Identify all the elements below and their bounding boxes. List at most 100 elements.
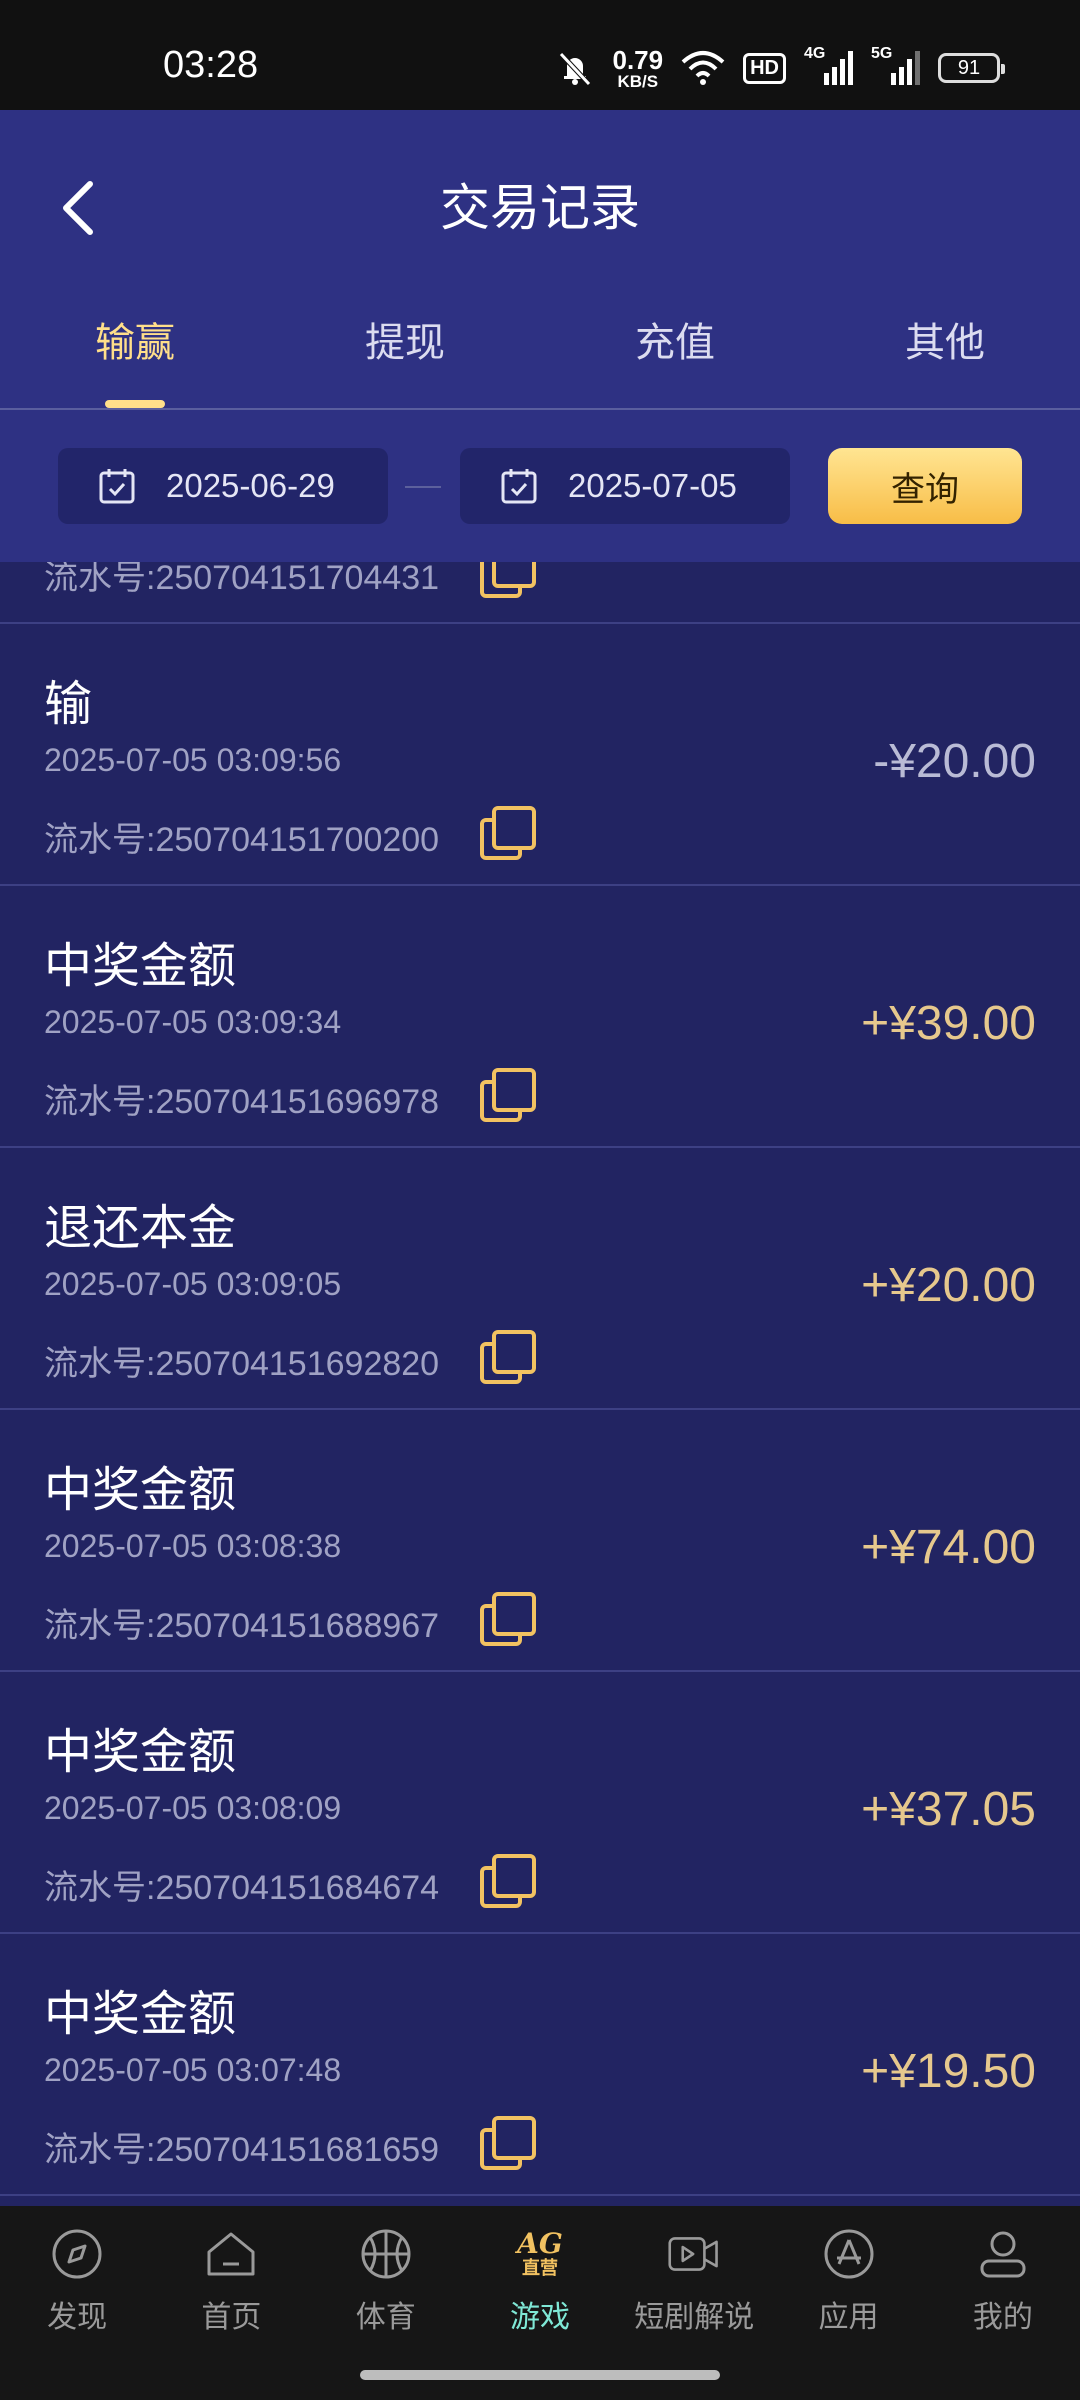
net-speed-value: 0.79 [612,44,664,75]
copy-icon[interactable] [480,1854,538,1912]
list-item: 中奖金额 2025-07-05 03:08:09 流水号:25070415168… [0,1672,1080,1934]
tab-win-loss[interactable]: 输赢 [0,300,270,408]
serial-number: 流水号:250704151692820 [44,1345,440,1383]
basketball-icon [361,2229,411,2279]
bottom-nav: 发现 首页 体育 AG 直营 游戏 短剧解说 应用 我的 [0,2206,1080,2400]
nav-profile[interactable]: 我的 [926,2206,1080,2356]
record-time: 2025-07-05 03:09:05 [44,1266,342,1302]
list-item: 中奖金额 2025-07-05 03:08:38 流水号:25070415168… [0,1410,1080,1672]
record-time: 2025-07-05 03:09:34 [44,1004,342,1040]
compass-icon [52,2229,102,2279]
record-type: 中奖金额 [44,1986,237,2042]
signal-5g-icon: 5G [871,45,920,85]
nav-label: 应用 [818,2300,879,2335]
nav-games[interactable]: AG 直营 游戏 [463,2206,617,2356]
status-bar: 03:28 0.79 KB/S HD 4G 5G 91 [0,0,1080,110]
copy-icon[interactable] [480,1068,538,1126]
serial-number: 流水号:250704151684674 [44,1869,440,1907]
date-range-separator [405,486,441,488]
record-time: 2025-07-05 03:08:38 [44,1528,342,1564]
home-indicator[interactable] [360,2370,720,2380]
record-amount: +¥39.00 [861,997,1036,1050]
transaction-list[interactable]: 流水号:250704151704431 输 2025-07-05 03:09:5… [0,562,1080,2206]
ag-logo-subtext: 直营 [521,2258,558,2279]
copy-icon[interactable] [480,806,538,864]
hd-badge: HD [743,52,786,84]
record-type: 中奖金额 [44,938,237,994]
nav-home[interactable]: 首页 [154,2206,308,2356]
tab-active-indicator [105,400,165,408]
record-amount: +¥74.00 [861,1521,1036,1574]
ag-logo: AG 直营 [517,2228,563,2280]
nav-label: 体育 [355,2300,416,2335]
net-speed: 0.79 KB/S [613,47,664,90]
tab-label: 充值 [635,320,715,366]
copy-icon[interactable] [480,1330,538,1388]
copy-icon[interactable] [480,562,538,602]
serial-number: 流水号:250704151704431 [44,562,440,597]
end-date-value: 2025-07-05 [568,467,737,504]
tab-label: 其他 [905,320,985,366]
end-date-picker[interactable]: 2025-07-05 [460,448,790,524]
record-amount: +¥20.00 [861,1259,1036,1312]
nav-short-drama[interactable]: 短剧解说 [617,2206,771,2356]
nav-label: 发现 [47,2300,108,2335]
app-header: 交易记录 输赢 提现 充值 其他 [0,110,1080,410]
record-type: 输 [44,676,93,732]
date-filter-bar: 2025-06-29 2025-07-05 查询 [0,410,1080,562]
tab-label: 提现 [365,320,445,366]
home-icon [207,2232,255,2276]
calendar-icon [501,469,537,504]
nav-discover[interactable]: 发现 [0,2206,154,2356]
start-date-value: 2025-06-29 [166,467,335,504]
start-date-picker[interactable]: 2025-06-29 [58,448,388,524]
tab-bar: 输赢 提现 充值 其他 [0,300,1080,410]
record-amount: +¥19.50 [861,2045,1036,2098]
record-time: 2025-07-05 03:08:09 [44,1790,342,1826]
nav-sports[interactable]: 体育 [309,2206,463,2356]
serial-number: 流水号:250704151681659 [44,2131,440,2169]
signal-4g-label: 4G [804,45,826,62]
nav-apps[interactable]: 应用 [771,2206,925,2356]
serial-number: 流水号:250704151700200 [44,821,440,859]
record-type: 中奖金额 [44,1462,237,1518]
status-icons: 0.79 KB/S HD 4G 5G 91 [555,45,1005,90]
query-button[interactable]: 查询 [828,448,1022,524]
battery-level: 91 [957,56,981,79]
list-item: 中奖金额 2025-07-05 03:09:34 流水号:25070415169… [0,886,1080,1148]
serial-number: 流水号:250704151696978 [44,1083,440,1121]
wifi-icon [681,51,725,85]
list-item: 流水号:250704151704431 [0,562,1080,624]
signal-5g-label: 5G [871,45,893,62]
record-type: 退还本金 [44,1200,237,1256]
signal-4g-icon: 4G [804,45,853,85]
copy-icon[interactable] [480,1592,538,1650]
copy-icon[interactable] [480,2116,538,2174]
page-title: 交易记录 [440,179,640,237]
nav-label: 短剧解说 [634,2300,755,2335]
record-time: 2025-07-05 03:07:48 [44,2052,342,2088]
record-amount: -¥20.00 [873,735,1036,788]
nav-label: 我的 [972,2300,1033,2335]
profile-icon [980,2231,1026,2278]
net-speed-unit: KB/S [617,71,659,91]
record-time: 2025-07-05 03:09:56 [44,742,342,778]
ag-logo-text: AG [517,2227,563,2260]
status-time: 03:28 [163,44,259,86]
record-type: 中奖金额 [44,1724,237,1780]
record-amount: +¥37.05 [861,1783,1036,1836]
tab-label: 输赢 [95,320,175,366]
list-item: 中奖金额 2025-07-05 03:07:48 流水号:25070415168… [0,1934,1080,2196]
tab-recharge[interactable]: 充值 [540,300,810,408]
calendar-icon [99,469,135,504]
list-item: 退还本金 2025-07-05 03:09:05 流水号:25070415169… [0,1148,1080,1410]
video-icon [668,2237,719,2271]
nav-label: 首页 [201,2300,262,2335]
mute-bell-icon [558,52,591,86]
list-item: 输 2025-07-05 03:09:56 流水号:25070415170020… [0,624,1080,886]
tab-other[interactable]: 其他 [810,300,1080,408]
nav-label: 游戏 [509,2300,570,2335]
app-store-icon [824,2229,874,2279]
serial-number: 流水号:250704151688967 [44,1607,440,1645]
tab-withdraw[interactable]: 提现 [270,300,540,408]
